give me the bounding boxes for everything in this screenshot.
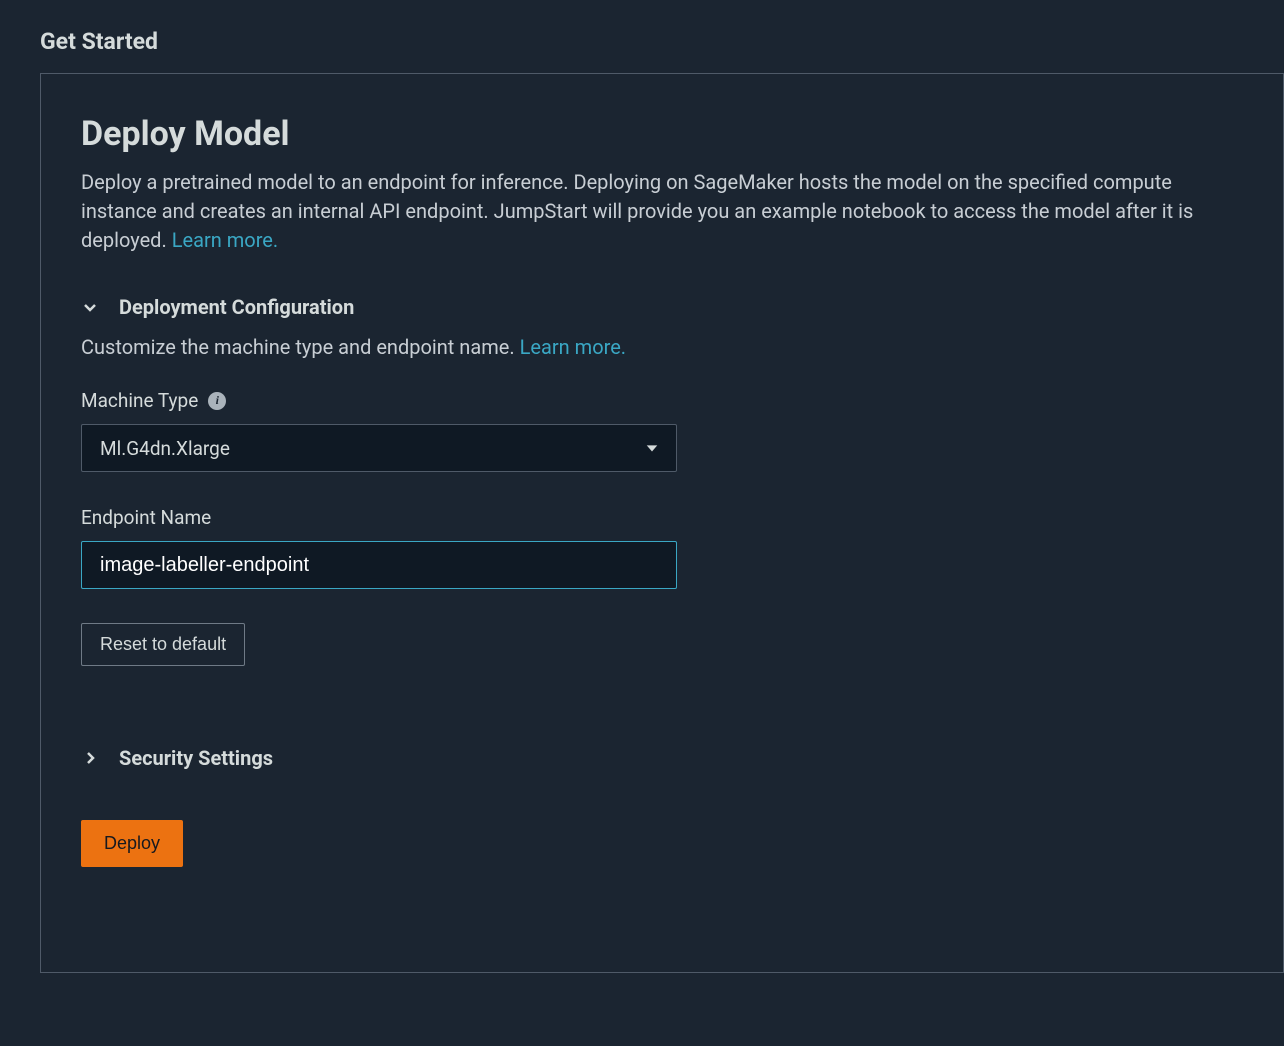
chevron-down-icon bbox=[81, 298, 99, 316]
deploy-panel: Deploy Model Deploy a pretrained model t… bbox=[40, 73, 1284, 973]
endpoint-name-input[interactable] bbox=[81, 541, 677, 589]
page-header: Get Started bbox=[0, 0, 1284, 73]
info-icon[interactable]: i bbox=[208, 392, 226, 410]
deploy-button[interactable]: Deploy bbox=[81, 820, 183, 867]
security-settings-toggle[interactable]: Security Settings bbox=[81, 746, 1243, 770]
panel-title: Deploy Model bbox=[81, 114, 1243, 154]
endpoint-name-field: Endpoint Name bbox=[81, 506, 1243, 589]
deployment-config-title: Deployment Configuration bbox=[119, 295, 354, 319]
endpoint-name-label-row: Endpoint Name bbox=[81, 506, 1243, 529]
security-section: Security Settings bbox=[81, 746, 1243, 770]
chevron-right-icon bbox=[81, 749, 99, 767]
config-learn-more-link[interactable]: Learn more. bbox=[520, 335, 626, 359]
deployment-config-description: Customize the machine type and endpoint … bbox=[81, 335, 1243, 359]
deployment-config-toggle[interactable]: Deployment Configuration bbox=[81, 295, 1243, 319]
machine-type-select[interactable]: Ml.G4dn.Xlarge bbox=[81, 424, 677, 472]
machine-type-label: Machine Type bbox=[81, 389, 198, 412]
panel-description: Deploy a pretrained model to an endpoint… bbox=[81, 168, 1243, 255]
deployment-config-section: Deployment Configuration Customize the m… bbox=[81, 295, 1243, 716]
machine-type-select-wrapper: Ml.G4dn.Xlarge bbox=[81, 424, 677, 472]
deployment-config-description-text: Customize the machine type and endpoint … bbox=[81, 335, 515, 359]
page-title: Get Started bbox=[40, 28, 158, 55]
learn-more-link[interactable]: Learn more. bbox=[172, 228, 278, 252]
machine-type-label-row: Machine Type i bbox=[81, 389, 1243, 412]
machine-type-field: Machine Type i Ml.G4dn.Xlarge bbox=[81, 389, 1243, 472]
endpoint-name-label: Endpoint Name bbox=[81, 506, 211, 529]
reset-button[interactable]: Reset to default bbox=[81, 623, 245, 666]
security-settings-title: Security Settings bbox=[119, 746, 273, 770]
machine-type-value: Ml.G4dn.Xlarge bbox=[100, 437, 230, 460]
